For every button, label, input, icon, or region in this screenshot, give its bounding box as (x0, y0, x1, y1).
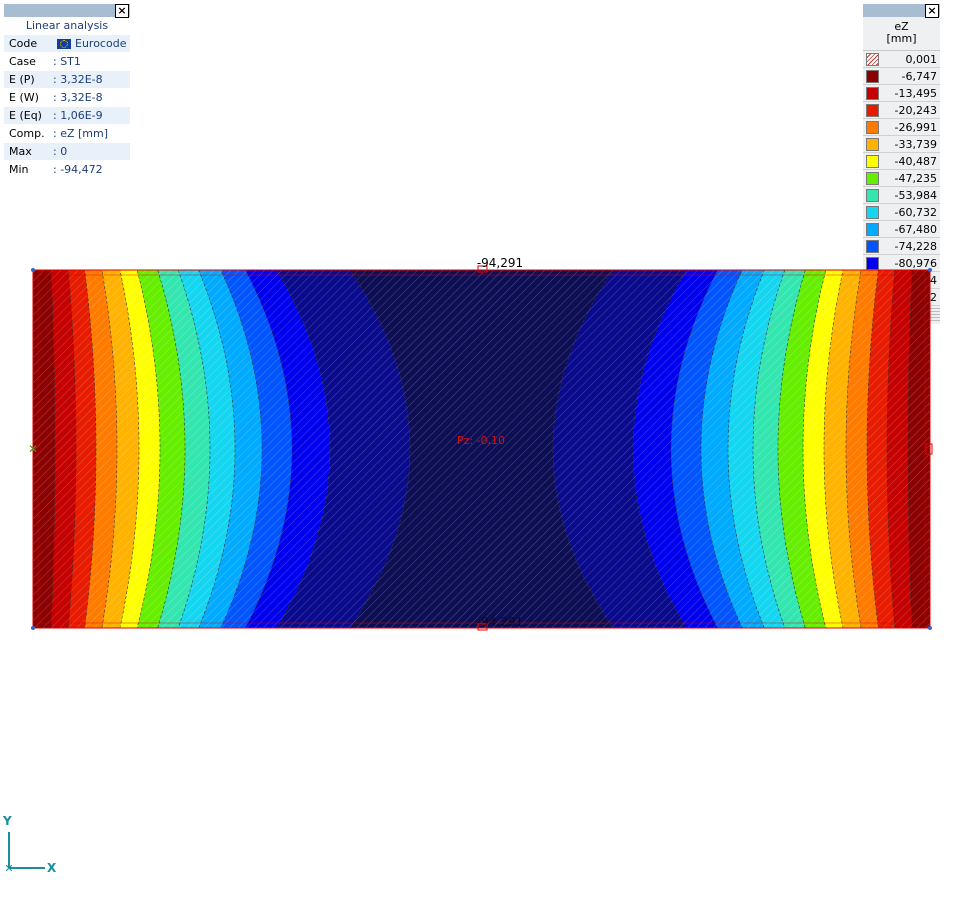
axis-origin-icon: ✕ (4, 862, 13, 875)
node-top-left[interactable] (31, 268, 35, 272)
support-left-icon[interactable]: ✕ (28, 442, 38, 456)
node-bottom-left[interactable] (31, 626, 35, 630)
x-axis-label: X (47, 861, 57, 875)
plate-bottom-value: -94,291 (477, 615, 523, 629)
plate-hatch-overlay (33, 270, 930, 628)
plate-contour-view: ✕ -94,291 Pz: -0,10 -94,291 ✕ (4, 256, 933, 875)
node-bottom-right[interactable] (928, 626, 932, 630)
plate-top-value: -94,291 (477, 256, 523, 270)
y-axis-label: Y (3, 814, 12, 828)
node-top-right[interactable] (928, 268, 932, 272)
load-label: Pz: -0,10 (457, 434, 505, 447)
